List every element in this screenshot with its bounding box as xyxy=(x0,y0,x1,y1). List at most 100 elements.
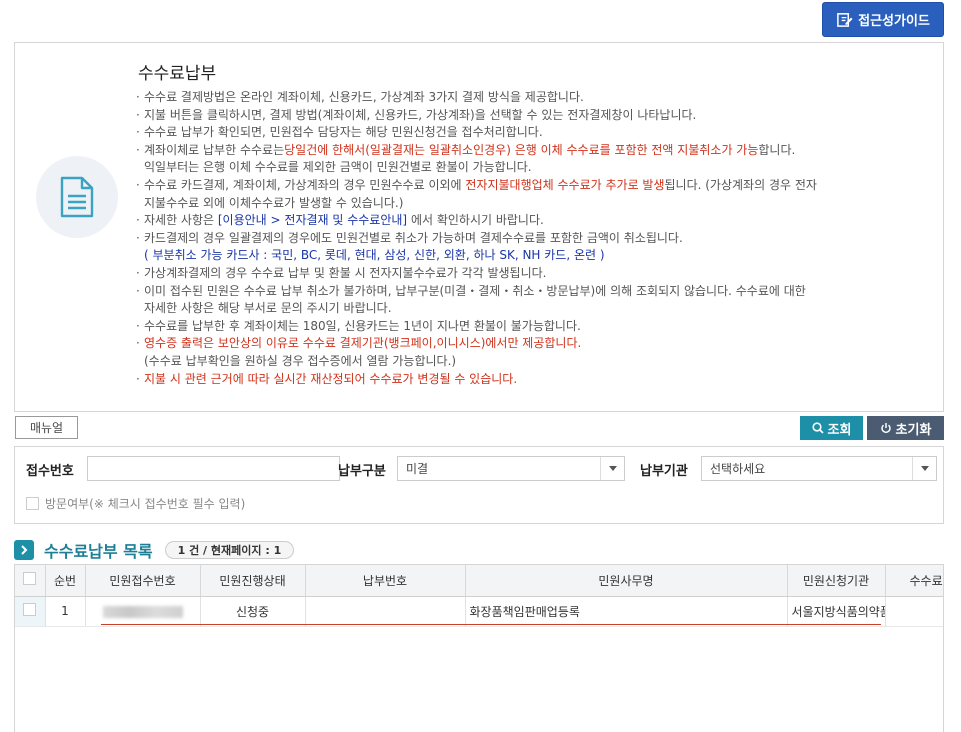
table-row[interactable]: 1 신청중 화장품책임판매업등록 서울지방식품의약품 27 xyxy=(15,596,943,627)
visit-checkbox[interactable] xyxy=(26,497,39,510)
reset-label: 초기화 xyxy=(895,422,932,438)
info-text: 에서 확인하시기 바랍니다. xyxy=(407,213,544,228)
row-org: 서울지방식품의약품 xyxy=(787,596,886,627)
row-highlight-line xyxy=(101,624,881,625)
power-icon xyxy=(880,423,891,434)
bullet-dot: · xyxy=(136,107,140,122)
edit-icon xyxy=(837,13,853,27)
info-item: · 이미 접수된 민원은 수수료 납부 취소가 불가하며, 납부구분(미결・결제・… xyxy=(136,283,936,301)
col-header[interactable]: 민원접수번호 xyxy=(85,565,201,597)
info-item: · 카드결제의 경우 일괄결제의 경우에도 민원건별로 취소가 가능하며 결제수수… xyxy=(136,230,936,248)
row-checkbox-cell[interactable] xyxy=(15,596,46,627)
accessibility-guide-label: 접근성가이드 xyxy=(858,14,930,29)
info-text: 자세한 사항은 해당 부서로 문의 주시기 바랍니다. xyxy=(144,301,392,316)
info-item: (수수료 납부확인을 원하실 경우 접수증에서 열람 가능합니다.) xyxy=(136,353,936,371)
fee-table: 순번 민원접수번호 민원진행상태 납부번호 민원사무명 민원신청기관 수수료 1… xyxy=(14,564,944,732)
bullet-dot: · xyxy=(136,230,140,245)
search-button[interactable]: 조회 xyxy=(800,416,863,440)
info-item: 지불수수료 외에 이체수수료가 발생할 수 있습니다.) xyxy=(136,195,936,213)
info-text: 계좌이체로 납부한 수수료는 xyxy=(144,142,285,157)
col-header[interactable]: 순번 xyxy=(45,565,86,597)
manual-button[interactable]: 매뉴얼 xyxy=(15,416,78,439)
redacted-receipt-no xyxy=(102,605,183,618)
info-item: 자세한 사항은 해당 부서로 문의 주시기 바랍니다. xyxy=(136,300,936,318)
pay-org-value: 선택하세요 xyxy=(710,462,766,476)
reset-button[interactable]: 초기화 xyxy=(867,416,944,440)
table-header-row: 순번 민원접수번호 민원진행상태 납부번호 민원사무명 민원신청기관 수수료 xyxy=(15,565,943,597)
info-item: · 수수료 납부가 확인되면, 민원접수 담당자는 해당 민원신청건을 접수처리합… xyxy=(136,124,936,142)
info-text: 지불수수료 외에 이체수수료가 발생할 수 있습니다.) xyxy=(144,195,404,210)
info-item: · 수수료 카드결제, 계좌이체, 가상계좌의 경우 민원수수료 이외에 전자지불… xyxy=(136,177,936,195)
receipt-no-label: 접수번호 xyxy=(26,464,74,479)
list-title: 수수료납부 목록 xyxy=(44,542,153,561)
bullet-dot: · xyxy=(136,213,140,228)
bullet-dot: · xyxy=(136,318,140,333)
col-header[interactable]: 민원신청기관 xyxy=(787,565,886,597)
pay-type-value: 미결 xyxy=(406,462,429,476)
info-text: 가상계좌결제의 경우 수수료 납부 및 환불 시 전자지불수수료가 각각 발생됩… xyxy=(144,265,547,280)
info-item: · 수수료 결제방법은 온라인 계좌이체, 신용카드, 가상계좌 3가지 결제 방… xyxy=(136,89,936,107)
info-text: ( 부분취소 가능 카드사 : 국민, BC, 롯데, 현대, 삼성, 신한, … xyxy=(144,248,605,263)
info-text: 자세한 사항은 xyxy=(144,213,218,228)
row-checkbox[interactable] xyxy=(23,603,37,616)
info-title: 수수료납부 xyxy=(138,64,217,84)
row-no: 1 xyxy=(45,596,86,627)
info-panel: 수수료납부 · 수수료 결제방법은 온라인 계좌이체, 신용카드, 가상계좌 3가… xyxy=(14,42,944,412)
search-icon xyxy=(811,422,824,434)
info-item: ( 부분취소 가능 카드사 : 국민, BC, 롯데, 현대, 삼성, 신한, … xyxy=(136,247,936,265)
info-item: · 가상계좌결제의 경우 수수료 납부 및 환불 시 전자지불수수료가 각각 발생… xyxy=(136,265,936,283)
bullet-dot: · xyxy=(136,336,140,351)
info-text: 수수료 납부가 확인되면, 민원접수 담당자는 해당 민원신청건을 접수처리합니… xyxy=(144,125,543,140)
row-pay-no xyxy=(305,596,466,627)
search-filter-panel: 접수번호 납부구분 미결 납부기관 선택하세요 방문여부(※ 체크시 접수번호 … xyxy=(14,446,944,524)
pay-org-label: 납부기관 xyxy=(640,464,688,479)
info-text: 수수료 결제방법은 온라인 계좌이체, 신용카드, 가상계좌 3가지 결제 방식… xyxy=(144,90,584,104)
receipt-no-input[interactable] xyxy=(87,456,340,481)
info-item: · 지불 시 관련 근거에 따라 실시간 재산정되어 수수료가 변경될 수 있습니… xyxy=(136,371,936,389)
bullet-dot: · xyxy=(136,283,140,298)
info-text: 지불 버튼을 클릭하시면, 결제 방법(계좌이체, 신용카드, 가상계좌)을 선… xyxy=(144,107,697,122)
accessibility-guide-button[interactable]: 접근성가이드 xyxy=(822,2,944,37)
info-text: 됩니다. (가상계좌의 경우 전자 xyxy=(664,177,817,192)
visit-checkbox-label: 방문여부(※ 체크시 접수번호 필수 입력) xyxy=(45,497,246,511)
visit-checkbox-row: 방문여부(※ 체크시 접수번호 필수 입력) xyxy=(26,495,245,512)
row-fee: 27 xyxy=(885,596,943,627)
usage-guide-link[interactable]: [이용안내 > 전자결재 및 수수료안내] xyxy=(218,213,407,227)
info-item: · 자세한 사항은 [이용안내 > 전자결재 및 수수료안내] 에서 확인하시기 … xyxy=(136,212,936,230)
bullet-dot: · xyxy=(136,142,140,157)
info-list: · 수수료 결제방법은 온라인 계좌이체, 신용카드, 가상계좌 3가지 결제 방… xyxy=(136,89,936,388)
bullet-dot: · xyxy=(136,371,140,386)
pay-type-select[interactable]: 미결 xyxy=(397,456,625,481)
info-text: 수수료 카드결제, 계좌이체, 가상계좌의 경우 민원수수료 이외에 xyxy=(144,177,466,192)
chevron-right-icon xyxy=(14,540,34,560)
count-badge: 1 건 / 현재페이지 : 1 xyxy=(164,541,295,559)
chevron-down-icon xyxy=(912,457,936,480)
info-text: 합니다. xyxy=(758,142,796,157)
info-text: 당일건에 한해서(일괄결재는 일괄취소인경우) 은행 이체 수수료를 포함한 전… xyxy=(284,142,759,157)
manual-label: 매뉴얼 xyxy=(29,421,64,435)
info-item: · 계좌이체로 납부한 수수료는당일건에 한해서(일괄결재는 일괄취소인경우) 은… xyxy=(136,142,936,160)
row-name[interactable]: 화장품책임판매업등록 xyxy=(465,596,788,627)
bullet-dot: · xyxy=(136,265,140,280)
select-all-checkbox[interactable] xyxy=(23,572,37,586)
info-icon-circle xyxy=(36,156,118,238)
bullet-dot: · xyxy=(136,90,140,104)
col-header[interactable]: 납부번호 xyxy=(305,565,466,597)
info-text: 영수증 출력은 보안상의 이유로 수수료 결제기관(뱅크페이,이니시스)에서만 … xyxy=(144,336,582,351)
info-text: 익일부터는 은행 이체 수수료를 제외한 금액이 민원건별로 환불이 가능합니다… xyxy=(144,160,532,175)
col-header[interactable]: 민원사무명 xyxy=(465,565,788,597)
col-header[interactable]: 민원진행상태 xyxy=(200,565,306,597)
info-text: 지불 시 관련 근거에 따라 실시간 재산정되어 수수료가 변경될 수 있습니다… xyxy=(144,371,518,386)
header-select-all[interactable] xyxy=(15,565,46,597)
pay-type-label: 납부구분 xyxy=(338,464,386,479)
col-header[interactable]: 수수료 xyxy=(885,565,943,597)
row-status: 신청중 xyxy=(200,596,306,627)
row-receipt-no[interactable] xyxy=(85,596,201,627)
info-text: (수수료 납부확인을 원하실 경우 접수증에서 열람 가능합니다.) xyxy=(144,353,457,368)
info-text: 이미 접수된 민원은 수수료 납부 취소가 불가하며, 납부구분(미결・결제・취… xyxy=(144,283,806,298)
search-label: 조회 xyxy=(827,422,852,438)
pay-org-select[interactable]: 선택하세요 xyxy=(701,456,937,481)
document-icon xyxy=(60,176,94,218)
list-header: 수수료납부 목록 1 건 / 현재페이지 : 1 xyxy=(14,538,295,562)
info-item: · 지불 버튼을 클릭하시면, 결제 방법(계좌이체, 신용카드, 가상계좌)을 … xyxy=(136,107,936,125)
